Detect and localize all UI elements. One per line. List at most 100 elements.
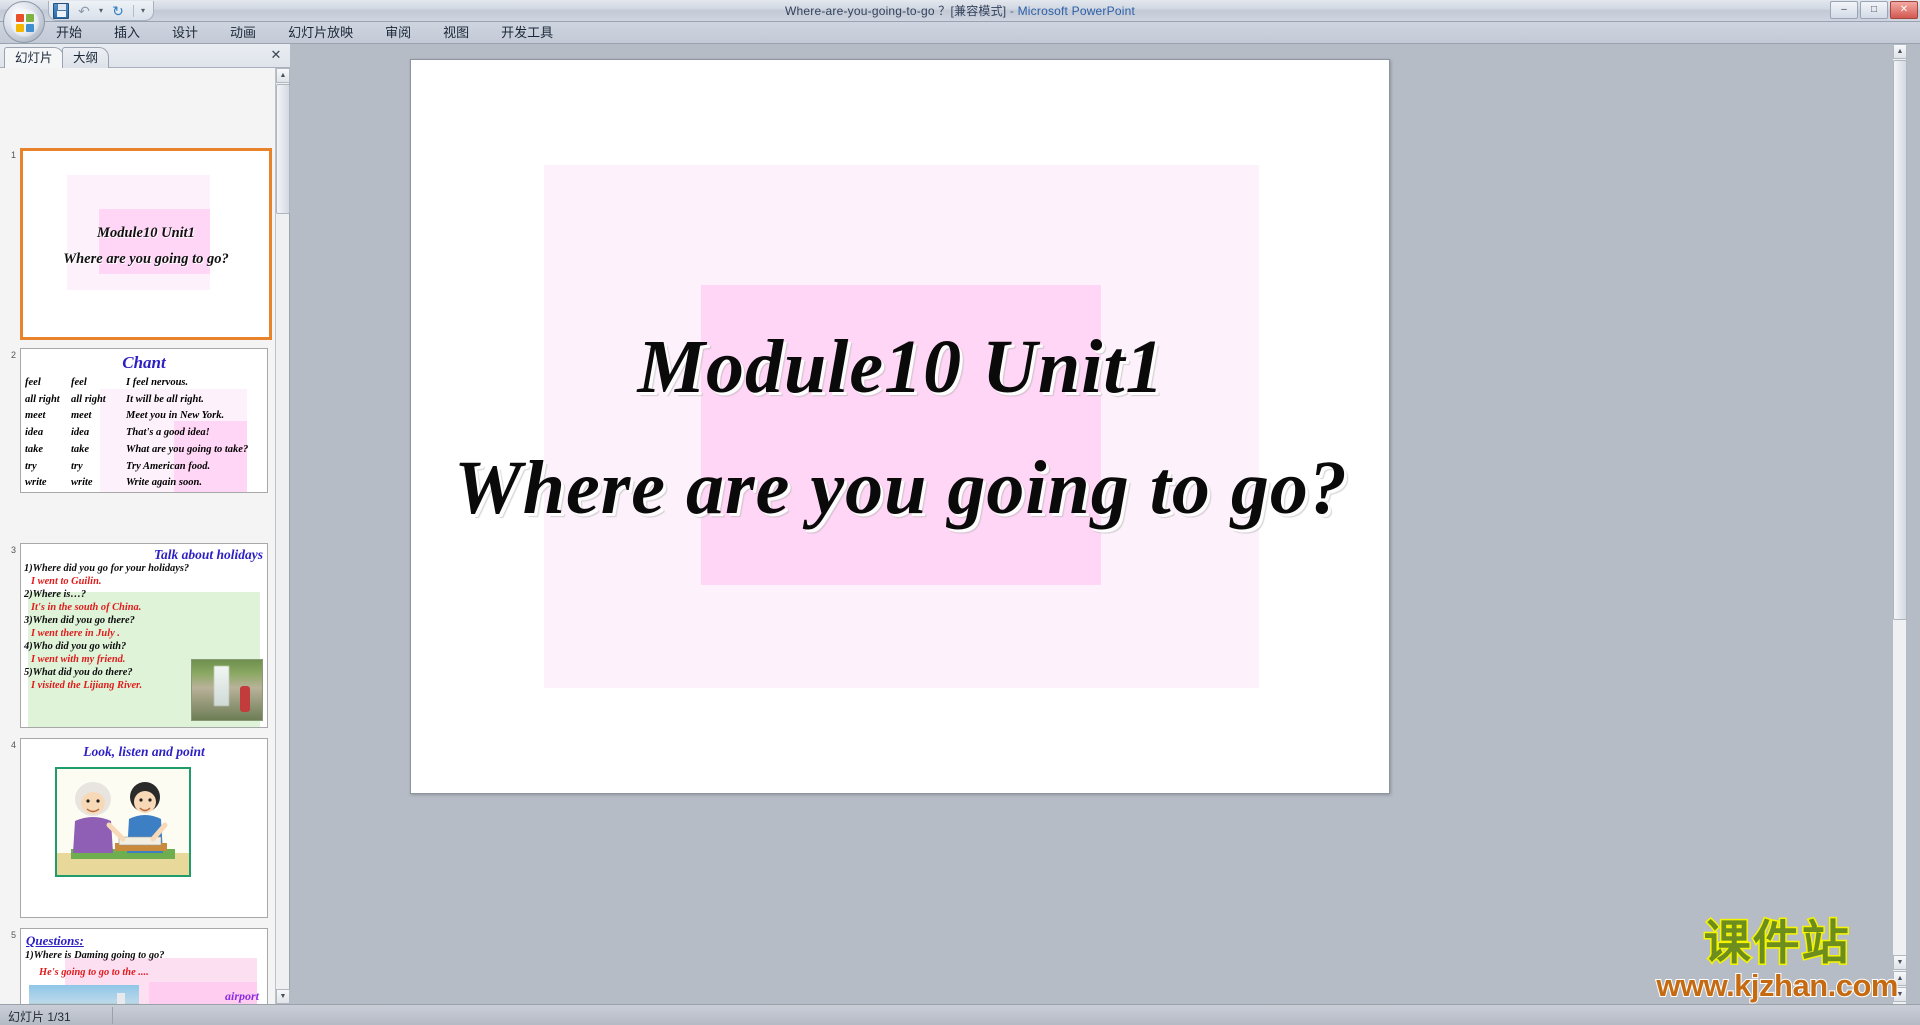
office-logo-quadrant-blue	[26, 24, 34, 32]
chant-word-b: feel	[71, 377, 87, 388]
pane-scroll-up-icon[interactable]: ▲	[276, 68, 290, 83]
slide-number-3: 3	[10, 545, 16, 555]
chant-word-a: write	[25, 477, 47, 489]
qa-answer: I visited the Lijiang River.	[31, 680, 143, 691]
ribbon-tab-review[interactable]: 审阅	[369, 22, 427, 44]
status-bar: 幻灯片 1/31	[0, 1004, 1920, 1025]
chant-row: feel feel I feel nervous.	[25, 375, 267, 392]
thumb2-heading: Chant	[122, 353, 166, 372]
minimize-button[interactable]: –	[1830, 1, 1858, 19]
next-slide-icon[interactable]: ▼	[1893, 987, 1907, 1002]
ribbon-tab-animations[interactable]: 动画	[214, 22, 272, 44]
ribbon-tabs: 开始 插入 设计 动画 幻灯片放映 审阅 视图 开发工具	[40, 22, 569, 44]
qa-question: 5)What did you do there?	[24, 667, 133, 678]
thumb1-title-line2: Where are you going to go?	[63, 251, 229, 268]
ribbon-tab-slideshow[interactable]: 幻灯片放映	[272, 22, 369, 44]
tab-outline[interactable]: 大纲	[62, 47, 110, 68]
thumb1-title-line1: Module10 Unit1	[97, 225, 195, 242]
slide-thumbnail-3[interactable]: Talk about holidays 1)Where did you go f…	[20, 543, 268, 728]
slides-pane-scrollbar[interactable]: ▲ ▼	[275, 68, 290, 1004]
canvas-scroll-down-icon[interactable]: ▼	[1893, 955, 1907, 970]
close-pane-icon[interactable]: ✕	[269, 48, 283, 62]
canvas-scrollbar-thumb[interactable]	[1893, 60, 1907, 620]
slide-title-line1: Module10 Unit1	[637, 324, 1165, 409]
pane-scrollbar-thumb[interactable]	[276, 84, 290, 214]
chant-word-a: take	[25, 443, 44, 455]
qa-answer: I went to Guilin.	[31, 576, 102, 587]
chant-word-b: take	[71, 443, 90, 455]
slide-thumbnail-list[interactable]: 1 Module10 Unit1 Where are you going to …	[0, 68, 276, 1004]
window-title-document: Where-are-you-going-to-go ？[兼容模式]	[785, 4, 1007, 18]
canvas-scroll-up-icon[interactable]: ▲	[1893, 44, 1907, 59]
chant-word-a: feel	[25, 377, 41, 388]
thumb5-label-en: airport	[224, 989, 259, 1003]
ribbon-tab-view[interactable]: 视图	[427, 22, 485, 44]
window-title-app: Microsoft PowerPoint	[1017, 4, 1135, 18]
qa-question: 3)When did you go there?	[24, 615, 135, 626]
chant-word-b: all right	[71, 393, 106, 405]
qa-question: 1)Where did you go for your holidays?	[24, 563, 190, 574]
save-icon[interactable]	[53, 2, 69, 19]
thumb5-heading: Questions:	[26, 933, 84, 948]
slides-pane: 幻灯片 大纲 ✕ 1 Module10 Unit1 Where are you …	[0, 44, 290, 1004]
maximize-button[interactable]: □	[1860, 1, 1888, 19]
slide-thumbnail-1[interactable]: Module10 Unit1 Where are you going to go…	[20, 148, 272, 340]
chant-row: idea idea That's a good idea!	[25, 425, 267, 442]
chant-word-b: write	[71, 477, 93, 489]
chant-row: meet meet Meet you in New York.	[25, 408, 267, 425]
chant-sentence: Write again soon.	[126, 477, 202, 489]
window-title-separator: -	[1006, 4, 1018, 18]
cartoon-illustration-icon	[57, 769, 189, 875]
chant-word-a: meet	[25, 410, 46, 422]
chant-sentence: It will be all right.	[126, 393, 204, 405]
title-bar: Where-are-you-going-to-go ？[兼容模式] - Micr…	[0, 0, 1920, 22]
slide-thumbnail-2[interactable]: Chant feel feel I feel nervous. all righ…	[20, 348, 268, 493]
tab-slides[interactable]: 幻灯片	[4, 47, 64, 68]
close-button[interactable]: ✕	[1890, 1, 1918, 19]
qat-divider	[133, 4, 135, 17]
slide-number-1: 1	[10, 150, 16, 160]
thumb3-qa-list: 1)Where did you go for your holidays? I …	[24, 562, 267, 692]
window-title: Where-are-you-going-to-go ？[兼容模式] - Micr…	[0, 2, 1920, 19]
quick-access-toolbar: ↶ ▾ ↻ ▾	[48, 1, 155, 21]
undo-dropdown-icon[interactable]: ▾	[99, 6, 103, 15]
thumb5-answer: He's going to go to the ....	[39, 967, 149, 978]
previous-slide-icon[interactable]: ▲	[1893, 971, 1907, 986]
slide-thumbnail-5[interactable]: Questions: 1)Where is Daming going to go…	[20, 928, 268, 1004]
thumb2-chant-rows: feel feel I feel nervous. all right all …	[25, 375, 267, 492]
office-logo-icon	[11, 9, 39, 37]
chant-sentence: Meet you in New York.	[126, 410, 225, 422]
chant-sentence: Try American food.	[126, 460, 211, 472]
qa-question: 4)Who did you go with?	[24, 641, 127, 652]
chant-word-b: try	[71, 460, 83, 472]
slide-title-line2: Where are you going to go?	[454, 445, 1348, 530]
undo-icon[interactable]: ↶	[76, 3, 92, 19]
qa-answer: I went with my friend.	[31, 654, 126, 665]
slide-number-5: 5	[10, 930, 16, 940]
chant-word-b: idea	[71, 427, 90, 439]
redo-icon[interactable]: ↻	[110, 3, 126, 19]
chant-word-a: idea	[25, 427, 44, 439]
slide-thumbnail-4[interactable]: Look, listen and point	[20, 738, 268, 918]
current-slide[interactable]: Module10 Unit1 Where are you going to go…	[410, 59, 1390, 794]
canvas-scrollbar[interactable]: ▲ ▼ ▲ ▼	[1892, 44, 1907, 1004]
ribbon-tab-home[interactable]: 开始	[40, 22, 98, 44]
thumb4-cartoon-photo	[55, 767, 191, 877]
chant-sentence: I feel nervous.	[126, 377, 189, 388]
ribbon-tab-bar: 开始 插入 设计 动画 幻灯片放映 审阅 视图 开发工具	[0, 22, 1920, 44]
chant-sentence: What are you going to take?	[126, 443, 249, 455]
ribbon-tab-developer[interactable]: 开发工具	[485, 22, 569, 44]
slide-canvas-area: Module10 Unit1 Where are you going to go…	[291, 44, 1907, 1004]
office-logo-quadrant-yellow	[16, 24, 24, 32]
office-logo-quadrant-green	[26, 14, 34, 22]
office-button[interactable]	[3, 1, 45, 43]
office-logo-quadrant-red	[16, 14, 24, 22]
chant-word-a: try	[25, 460, 37, 472]
customize-qat-icon[interactable]: ▾	[141, 6, 145, 15]
chant-word-a: all right	[25, 393, 60, 405]
ribbon-tab-design[interactable]: 设计	[156, 22, 214, 44]
window-controls: – □ ✕	[1830, 1, 1918, 19]
slide-title-placeholder[interactable]: Module10 Unit1 Where are you going to go…	[411, 60, 1389, 793]
ribbon-tab-insert[interactable]: 插入	[98, 22, 156, 44]
pane-scroll-down-icon[interactable]: ▼	[276, 989, 290, 1004]
